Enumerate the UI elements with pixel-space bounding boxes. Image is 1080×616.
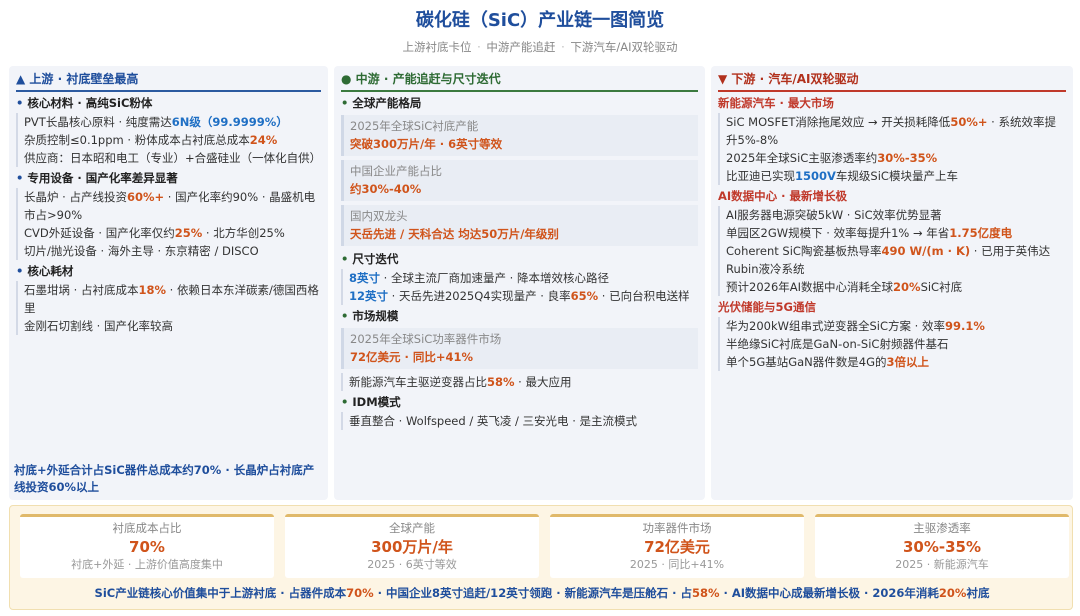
subtitle-part: 中游产能追赶	[486, 40, 556, 54]
section-heading: • IDM模式	[341, 395, 401, 409]
stat-box: 2025年全球SiC功率器件市场 72亿美元 · 同比+41%	[341, 328, 698, 369]
summary-panel: 衬底成本占比 70% 衬底+外延 · 上游价值高度集中 全球产能 300万片/年…	[9, 505, 1073, 610]
section-heading: • 专用设备 · 国产化率差异显著	[16, 171, 178, 185]
page-subtitle: 上游衬底卡位 · 中游产能追赶 · 下游汽车/AI双轮驱动	[402, 40, 678, 54]
list-item: 单个5G基站GaN器件数是4G的3倍以上	[718, 353, 1066, 371]
downstream-column: ▼ 下游 · 汽车/AI双轮驱动 新能源汽车 · 最大市场 SiC MOSFET…	[711, 66, 1073, 500]
section-heading: • 核心材料 · 高纯SiC粉体	[16, 96, 153, 110]
list-item: 新能源汽车主驱逆变器占比58% · 最大应用	[341, 373, 698, 391]
page-title: 碳化硅（SiC）产业链一图简览	[415, 10, 665, 31]
upstream-footer: 衬底+外延合计占SiC器件总成本约70% · 长晶炉占衬底产线投资60%以上	[14, 463, 315, 494]
list-item: 华为200kW组串式逆变器全SiC方案 · 效率99.1%	[718, 317, 1066, 335]
section-heading: • 全球产能格局	[341, 96, 422, 110]
stat-card: 衬底成本占比 70% 衬底+外延 · 上游价值高度集中	[20, 514, 274, 578]
subtitle-part: 下游汽车/AI双轮驱动	[570, 40, 678, 54]
list-item: 供应商：日本昭和电工（专业）+合盛硅业（一体化自供）	[16, 149, 321, 167]
section-heading: • 市场规模	[341, 309, 399, 323]
summary-line: SiC产业链核心价值集中于上游衬底 · 占器件成本70% · 中国企业8英寸追赶…	[94, 586, 990, 600]
page-header: 碳化硅（SiC）产业链一图简览 上游衬底卡位 · 中游产能追赶 · 下游汽车/A…	[0, 8, 1080, 56]
list-item: 垂直整合 · Wolfspeed / 英飞凌 / 三安光电 · 是主流模式	[341, 412, 698, 430]
stat-card: 功率器件市场 72亿美元 2025 · 同比+41%	[550, 514, 804, 578]
list-item: 切片/抛光设备 · 海外主导 · 东京精密 / DISCO	[16, 242, 321, 260]
list-item: 单园区2GW规模下 · 效率每提升1% → 年省1.75亿度电	[718, 224, 1066, 242]
stat-card: 主驱渗透率 30%-35% 2025 · 新能源汽车	[815, 514, 1069, 578]
list-item: 长晶炉 · 占产线投资60%+ · 国产化率约90% · 晶盛机电市占>90%	[16, 188, 321, 224]
upstream-column: ▲ 上游 · 衬底壁垒最高 • 核心材料 · 高纯SiC粉体 PVT长晶核心原料…	[9, 66, 328, 500]
section-heading: • 尺寸迭代	[341, 252, 399, 266]
list-item: 2025年全球SiC主驱渗透率约30%-35%	[718, 149, 1066, 167]
list-item: 8英寸 · 全球主流厂商加速量产 · 降本增效核心路径	[341, 269, 698, 287]
stat-box: 国内双龙头 天岳先进 / 天科合达 均达50万片/年级别	[341, 205, 698, 246]
list-item: 石墨坩埚 · 占衬底成本18% · 依赖日本东洋碳素/德国西格里	[16, 281, 321, 317]
list-item: 杂质控制≤0.1ppm · 粉体成本占衬底总成本24%	[16, 131, 321, 149]
section-heading: • 核心耗材	[16, 264, 74, 278]
section-heading: 光伏储能与5G通信	[718, 300, 816, 314]
list-item: SiC MOSFET消除拖尾效应 → 开关损耗降低50%+ · 系统效率提升5%…	[718, 113, 1066, 149]
downstream-title: ▼ 下游 · 汽车/AI双轮驱动	[718, 69, 1066, 92]
stat-card: 全球产能 300万片/年 2025 · 6英寸等效	[285, 514, 539, 578]
stat-box: 2025年全球SiC衬底产能 突破300万片/年 · 6英寸等效	[341, 115, 698, 156]
list-item: AI服务器电源突破5kW · SiC效率优势显著	[718, 206, 1066, 224]
list-item: 预计2026年AI数据中心消耗全球20%SiC衬底	[718, 278, 1066, 296]
list-item: 半绝缘SiC衬底是GaN-on-SiC射频器件基石	[718, 335, 1066, 353]
list-item: Coherent SiC陶瓷基板热导率490 W/(m · K) · 已用于英伟…	[718, 242, 1066, 278]
list-item: 金刚石切割线 · 国产化率较高	[16, 317, 321, 335]
list-item: PVT长晶核心原料 · 纯度需达6N级（99.9999%）	[16, 113, 321, 131]
subtitle-part: 上游衬底卡位	[402, 40, 472, 54]
list-item: 12英寸 · 天岳先进2025Q4实现量产 · 良率65% · 已向台积电送样	[341, 287, 698, 305]
stat-box: 中国企业产能占比 约30%-40%	[341, 160, 698, 201]
list-item: 比亚迪已实现1500V车规级SiC模块量产上车	[718, 167, 1066, 185]
list-item: CVD外延设备 · 国产化率仅约25% · 北方华创25%	[16, 224, 321, 242]
section-heading: 新能源汽车 · 最大市场	[718, 96, 834, 110]
upstream-title: ▲ 上游 · 衬底壁垒最高	[16, 69, 321, 92]
midstream-column: ● 中游 · 产能追赶与尺寸迭代 • 全球产能格局 2025年全球SiC衬底产能…	[334, 66, 705, 500]
section-heading: AI数据中心 · 最新增长极	[718, 189, 848, 203]
midstream-title: ● 中游 · 产能追赶与尺寸迭代	[341, 69, 698, 92]
